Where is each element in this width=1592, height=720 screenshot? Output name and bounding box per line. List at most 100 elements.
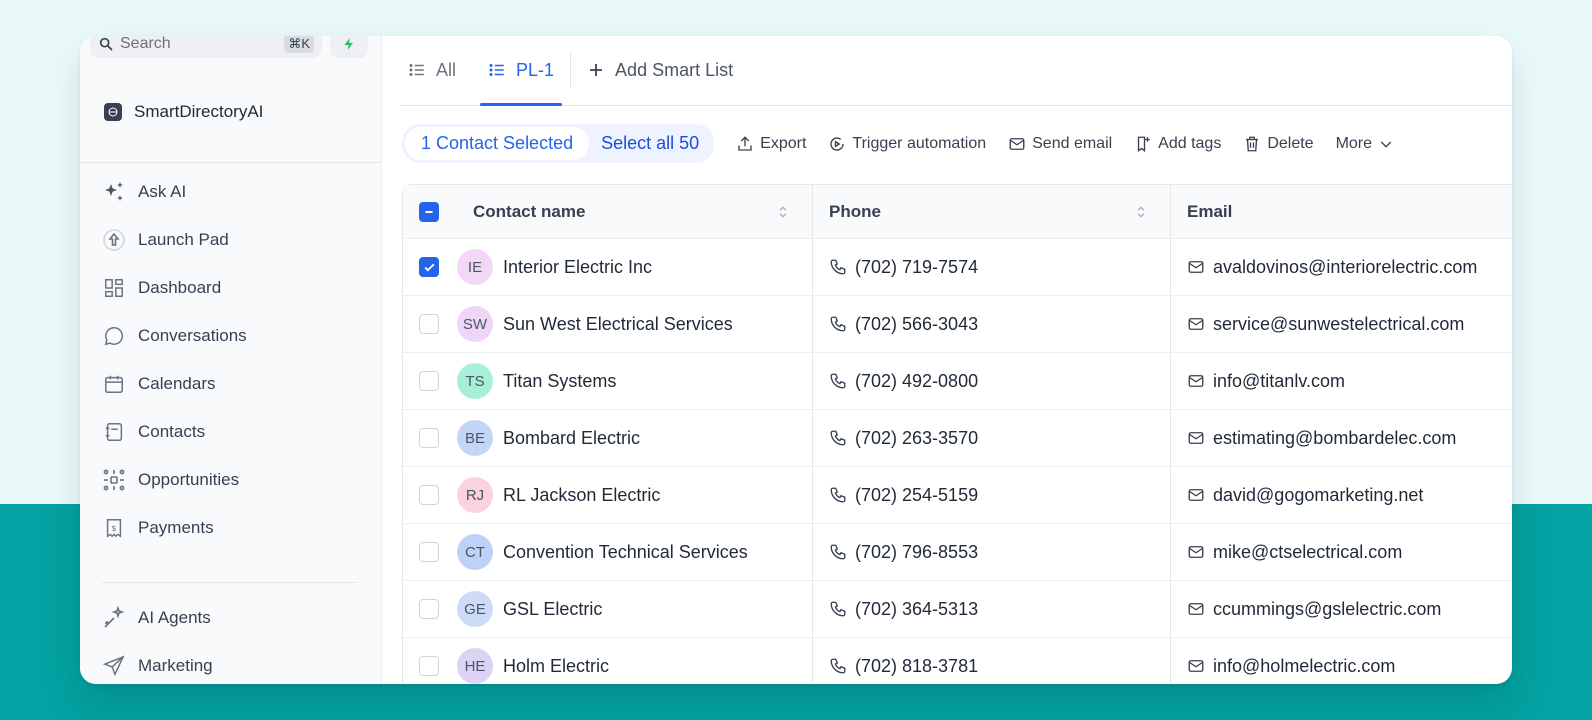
contact-name[interactable]: GSL Electric xyxy=(503,599,602,620)
table-row[interactable]: HE Holm Electric (702) 818-3781 info@holmel… xyxy=(403,638,1512,684)
email-address[interactable]: david@gogomarketing.net xyxy=(1213,485,1423,506)
email-cell[interactable]: david@gogomarketing.net xyxy=(1171,467,1512,523)
row-checkbox[interactable] xyxy=(419,257,439,277)
tab-divider xyxy=(570,52,572,88)
phone-number[interactable]: (702) 263-3570 xyxy=(855,428,978,449)
table-row[interactable]: CT Convention Technical Services (702) 796… xyxy=(403,524,1512,581)
phone-cell[interactable]: (702) 796-8553 xyxy=(813,524,1171,580)
phone-cell[interactable]: (702) 263-3570 xyxy=(813,410,1171,466)
contact-name-cell[interactable]: SW Sun West Electrical Services xyxy=(455,296,813,352)
phone-icon xyxy=(830,487,846,503)
sidebar-item-dashboard[interactable]: Dashboard xyxy=(102,264,247,312)
phone-number[interactable]: (702) 818-3781 xyxy=(855,656,978,677)
sidebar-item-opportunities[interactable]: Opportunities xyxy=(102,456,247,504)
quick-action-button[interactable] xyxy=(330,36,368,58)
phone-cell[interactable]: (702) 364-5313 xyxy=(813,581,1171,637)
phone-cell[interactable]: (702) 254-5159 xyxy=(813,467,1171,523)
email-address[interactable]: service@sunwestelectrical.com xyxy=(1213,314,1464,335)
sidebar-item-launch-pad[interactable]: Launch Pad xyxy=(102,216,247,264)
phone-cell[interactable]: (702) 566-3043 xyxy=(813,296,1171,352)
table-row[interactable]: RJ RL Jackson Electric (702) 254-5159 david… xyxy=(403,467,1512,524)
add-tags-button[interactable]: Add tags xyxy=(1134,135,1221,153)
select-all-checkbox[interactable] xyxy=(419,201,439,222)
phone-number[interactable]: (702) 566-3043 xyxy=(855,314,978,335)
table-row[interactable]: SW Sun West Electrical Services (702) 566-… xyxy=(403,296,1512,353)
email-cell[interactable]: info@holmelectric.com xyxy=(1171,638,1512,684)
header-phone[interactable]: Phone xyxy=(813,185,1171,238)
contact-name[interactable]: Interior Electric Inc xyxy=(503,257,652,278)
row-checkbox[interactable] xyxy=(419,599,439,619)
email-cell[interactable]: avaldovinos@interiorelectric.com xyxy=(1171,239,1512,295)
row-checkbox[interactable] xyxy=(419,428,439,448)
contact-name[interactable]: Holm Electric xyxy=(503,656,609,677)
email-address[interactable]: mike@ctselectrical.com xyxy=(1213,542,1402,563)
phone-number[interactable]: (702) 364-5313 xyxy=(855,599,978,620)
table-row[interactable]: BE Bombard Electric (702) 263-3570 estimati… xyxy=(403,410,1512,467)
table-row[interactable]: IE Interior Electric Inc (702) 719-7574 ava… xyxy=(403,239,1512,296)
contact-name-cell[interactable]: IE Interior Electric Inc xyxy=(455,239,813,295)
header-contact-name[interactable]: Contact name xyxy=(455,185,813,238)
contact-name[interactable]: Convention Technical Services xyxy=(503,542,748,563)
email-address[interactable]: info@holmelectric.com xyxy=(1213,656,1395,677)
email-address[interactable]: estimating@bombardelec.com xyxy=(1213,428,1456,449)
email-address[interactable]: avaldovinos@interiorelectric.com xyxy=(1213,257,1477,278)
row-checkbox[interactable] xyxy=(419,656,439,676)
export-button[interactable]: Export xyxy=(736,135,806,153)
header-email[interactable]: Email xyxy=(1171,185,1512,238)
contact-name[interactable]: Bombard Electric xyxy=(503,428,640,449)
email-cell[interactable]: info@titanlv.com xyxy=(1171,353,1512,409)
sort-icon[interactable] xyxy=(1134,205,1148,219)
table-row[interactable]: TS Titan Systems (702) 492-0800 info@titanl… xyxy=(403,353,1512,410)
email-cell[interactable]: ccummings@gslelectric.com xyxy=(1171,581,1512,637)
sidebar-item-ai-agents[interactable]: AI Agents xyxy=(102,594,213,642)
select-all-button[interactable]: Select all 50 xyxy=(589,127,711,160)
sidebar-item-conversations[interactable]: Conversations xyxy=(102,312,247,360)
row-checkbox[interactable] xyxy=(419,542,439,562)
workspace-switcher[interactable]: SmartDirectoryAI xyxy=(104,102,263,122)
contact-name-cell[interactable]: HE Holm Electric xyxy=(455,638,813,684)
send-email-button[interactable]: Send email xyxy=(1008,135,1112,153)
row-checkbox[interactable] xyxy=(419,485,439,505)
contact-name[interactable]: Titan Systems xyxy=(503,371,616,392)
email-cell[interactable]: service@sunwestelectrical.com xyxy=(1171,296,1512,352)
search-input[interactable]: Search ⌘K xyxy=(90,36,322,58)
row-checkbox[interactable] xyxy=(419,371,439,391)
contact-name-cell[interactable]: BE Bombard Electric xyxy=(455,410,813,466)
sidebar-item-contacts[interactable]: Contacts xyxy=(102,408,247,456)
sidebar-item-payments[interactable]: $ Payments xyxy=(102,504,247,552)
tab-all[interactable]: All xyxy=(400,36,464,105)
contact-name-cell[interactable]: TS Titan Systems xyxy=(455,353,813,409)
add-smart-list-button[interactable]: Add Smart List xyxy=(579,36,741,105)
contact-name[interactable]: RL Jackson Electric xyxy=(503,485,660,506)
contact-name-cell[interactable]: GE GSL Electric xyxy=(455,581,813,637)
tab-pl-1[interactable]: PL-1 xyxy=(480,36,563,106)
delete-button[interactable]: Delete xyxy=(1243,135,1314,153)
phone-number[interactable]: (702) 254-5159 xyxy=(855,485,978,506)
contact-name-cell[interactable]: RJ RL Jackson Electric xyxy=(455,467,813,523)
phone-icon xyxy=(830,601,846,617)
sort-icon[interactable] xyxy=(776,205,790,219)
email-cell[interactable]: estimating@bombardelec.com xyxy=(1171,410,1512,466)
trigger-automation-button[interactable]: Trigger automation xyxy=(828,135,986,153)
sidebar-item-marketing[interactable]: Marketing xyxy=(102,642,213,684)
phone-cell[interactable]: (702) 818-3781 xyxy=(813,638,1171,684)
sidebar-item-ask-ai[interactable]: Ask AI xyxy=(102,168,247,216)
email-address[interactable]: ccummings@gslelectric.com xyxy=(1213,599,1441,620)
email-address[interactable]: info@titanlv.com xyxy=(1213,371,1345,392)
email-cell[interactable]: mike@ctselectrical.com xyxy=(1171,524,1512,580)
phone-number[interactable]: (702) 492-0800 xyxy=(855,371,978,392)
table-row[interactable]: GE GSL Electric (702) 364-5313 ccummings@gs… xyxy=(403,581,1512,638)
row-checkbox[interactable] xyxy=(419,314,439,334)
calendar-icon xyxy=(102,372,126,396)
contact-name[interactable]: Sun West Electrical Services xyxy=(503,314,733,335)
sparkles-icon xyxy=(102,180,126,204)
sidebar-item-calendars[interactable]: Calendars xyxy=(102,360,247,408)
avatar: TS xyxy=(457,363,493,399)
contact-name-cell[interactable]: CT Convention Technical Services xyxy=(455,524,813,580)
phone-cell[interactable]: (702) 492-0800 xyxy=(813,353,1171,409)
phone-cell[interactable]: (702) 719-7574 xyxy=(813,239,1171,295)
phone-number[interactable]: (702) 719-7574 xyxy=(855,257,978,278)
address-book-icon xyxy=(102,420,126,444)
phone-number[interactable]: (702) 796-8553 xyxy=(855,542,978,563)
more-dropdown[interactable]: More xyxy=(1336,135,1394,153)
